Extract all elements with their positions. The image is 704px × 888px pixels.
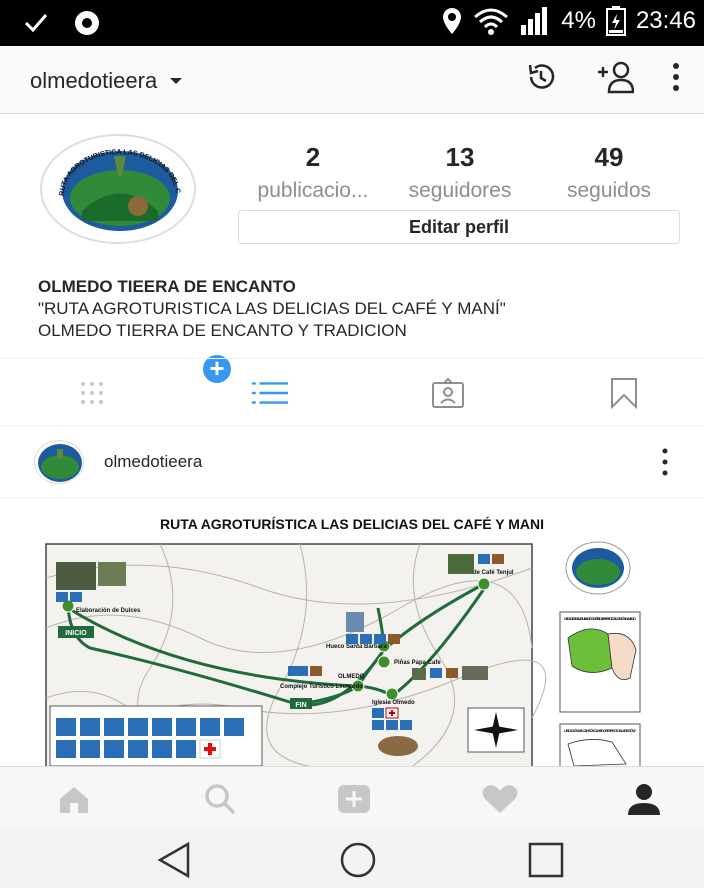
side-box-2-title: UBICACIÓN DEL CANTÓN OLMEDO RESPECTO A L… [564, 728, 637, 733]
system-nav [0, 828, 704, 888]
battery-icon [605, 6, 626, 36]
app-bar: olmedotieera [0, 46, 704, 114]
home-icon[interactable] [54, 781, 94, 817]
profile-icon[interactable] [624, 781, 664, 817]
bookmark-icon[interactable] [604, 377, 644, 409]
signal-icon [521, 7, 548, 35]
post-image-title: RUTA AGROTURÍSTICA LAS DELICIAS DEL CAFÉ… [160, 516, 544, 532]
followers-label: seguidores [408, 179, 512, 202]
tagged-icon[interactable] [428, 377, 468, 409]
post-avatar[interactable] [34, 440, 84, 484]
caret-down-icon [170, 78, 183, 84]
posts-label: publicacio... [257, 179, 369, 202]
recents-icon[interactable] [526, 842, 566, 878]
stat-followers[interactable]: 13 seguidores [392, 142, 528, 203]
profile-avatar[interactable]: RUTA AGROTURISTICA LAS DELICIAS DEL CAFÉ… [40, 134, 234, 386]
posts-count: 2 [305, 142, 321, 172]
post-more-icon[interactable] [662, 448, 668, 476]
map-place-5: Complejo Turístico Leonardo [280, 684, 363, 690]
status-bar: 4% 23:46 [0, 0, 704, 46]
edit-profile-button[interactable]: Editar perfil [238, 210, 680, 244]
home-circle-icon[interactable] [338, 842, 378, 878]
map-place-3: Piñas Papa Cafe [394, 660, 441, 666]
heart-icon[interactable] [480, 781, 520, 817]
map-start-label: INICIO [65, 630, 87, 637]
location-icon [443, 8, 462, 34]
stat-posts[interactable]: 2 publicacio... [238, 142, 388, 203]
followers-count: 13 [445, 142, 475, 172]
following-label: seguidos [566, 179, 652, 202]
history-icon[interactable] [524, 60, 558, 94]
account-switcher[interactable]: olmedotieera [30, 68, 183, 94]
avatar-logo: RUTA AGROTURISTICA LAS DELICIAS DEL CAFÉ… [42, 136, 194, 242]
clock: 23:46 [635, 7, 696, 34]
battery-percent: 4% [561, 7, 596, 34]
post-header: olmedotieera [0, 426, 704, 498]
route-map: INICIO FIN Elaboración de Dulces Hueco S… [45, 541, 641, 768]
list-icon[interactable] [250, 377, 290, 409]
bio-name: OLMEDO TIEERA DE ENCANTO [38, 277, 296, 296]
map-place-2: Hueco Santa Bárbara [326, 644, 387, 650]
profile-tabs [0, 358, 704, 426]
more-vert-icon[interactable] [672, 62, 680, 92]
post-image[interactable]: RUTA AGROTURÍSTICA LAS DELICIAS DEL CAFÉ… [0, 498, 704, 768]
map-place-6: Iglesia Olmedo [372, 700, 415, 706]
check-icon [24, 14, 48, 33]
add-person-icon[interactable] [596, 60, 634, 94]
bottom-nav [0, 766, 704, 828]
header-username: olmedotieera [30, 68, 158, 93]
following-count: 49 [594, 142, 624, 172]
wifi-icon [474, 8, 509, 35]
avatar: RUTA AGROTURISTICA LAS DELICIAS DEL CAFÉ… [40, 134, 196, 244]
search-icon[interactable] [200, 781, 240, 817]
settings-circle-icon [75, 11, 99, 35]
bio-line-1: "RUTA AGROTURISTICA LAS DELICIAS DEL CAF… [38, 299, 506, 318]
post-username[interactable]: olmedotieera [104, 452, 202, 472]
map-town-label: OLMEDO [338, 674, 365, 680]
map-end-label: FIN [295, 702, 306, 709]
bio-line-2: OLMEDO TIERRA DE ENCANTO Y TRADICION [38, 321, 407, 340]
map-place-1: Elaboración de Dulces [76, 608, 141, 614]
grid-icon[interactable] [76, 377, 116, 409]
bio: OLMEDO TIEERA DE ENCANTO "RUTA AGROTURIS… [38, 276, 506, 342]
back-icon[interactable] [154, 842, 194, 878]
stat-following[interactable]: 49 seguidos [548, 142, 670, 203]
side-box-1-title: UBICACIÓN DE LA RUTA AGROTURÍSTICA RESPE… [564, 616, 636, 621]
add-post-icon[interactable] [334, 781, 374, 817]
